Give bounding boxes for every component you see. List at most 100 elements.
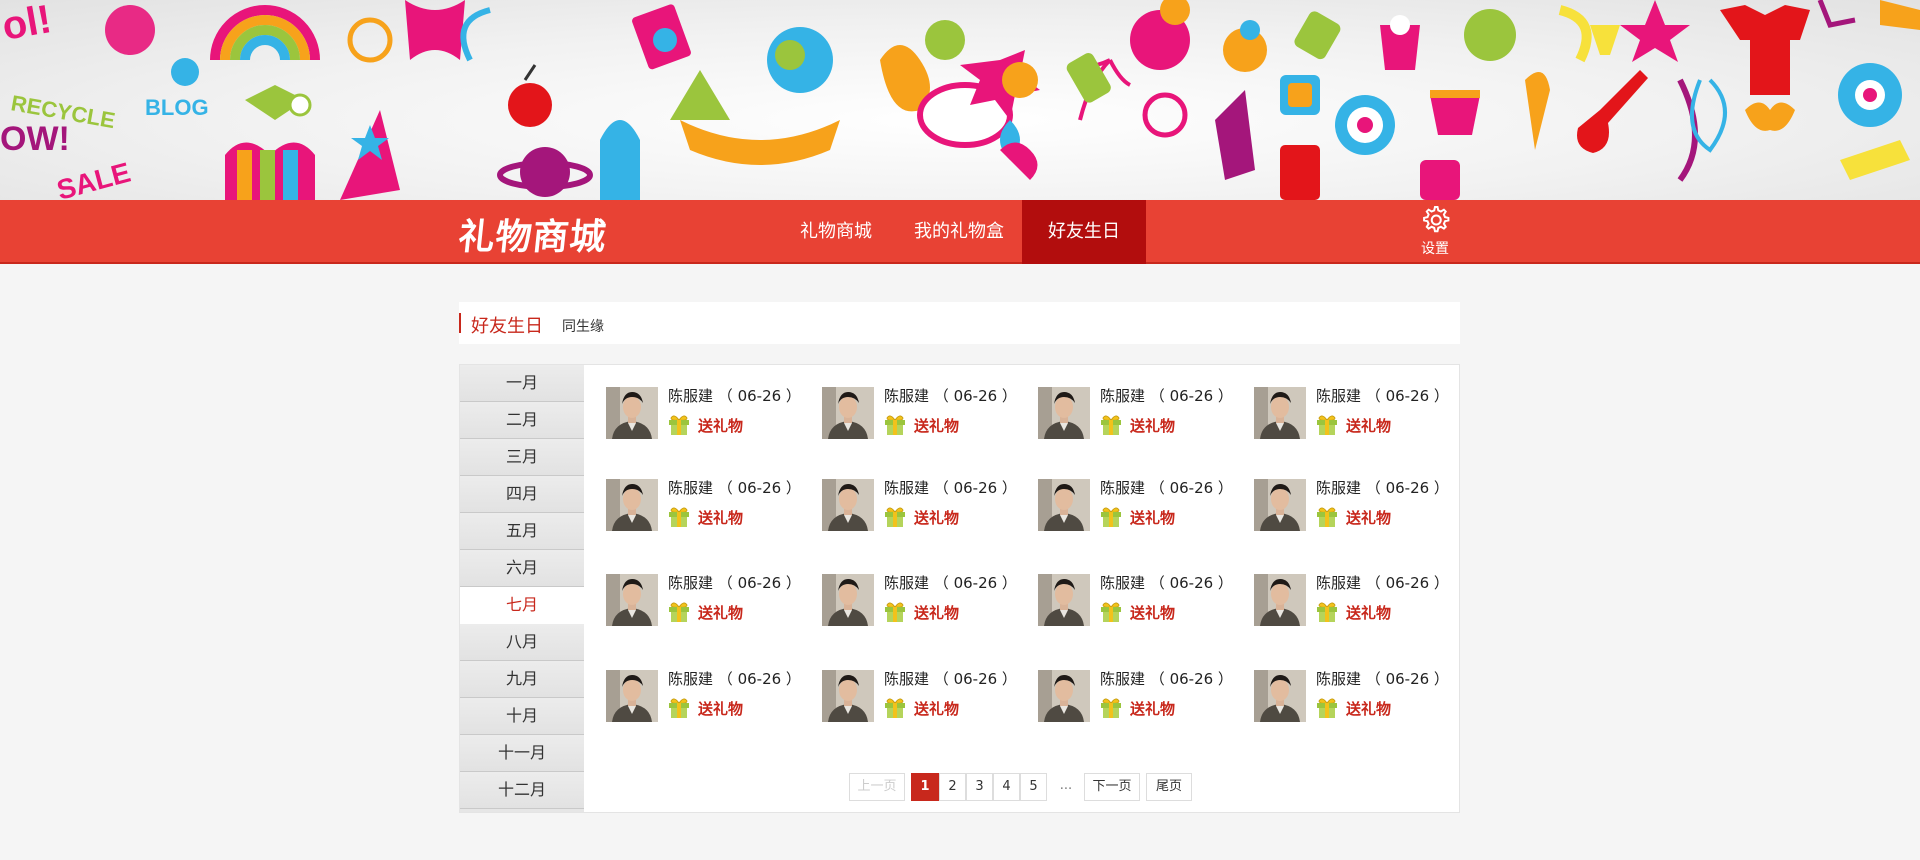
friend-card: 陈服建 （ 06-26 ） 送礼物 [1254,477,1464,533]
nav-my-gift-box[interactable]: 我的礼物盒 [906,200,1012,264]
send-gift-link[interactable]: 送礼物 [1130,602,1175,623]
month-tab[interactable]: 九月 [460,661,584,698]
site-logo[interactable]: 礼物商城 [456,208,609,260]
send-gift-link[interactable]: 送礼物 [698,507,743,528]
avatar[interactable] [1254,670,1306,722]
birthday-date: （ 06-26 ） [717,574,801,592]
avatar[interactable] [1038,387,1090,439]
gift-icon[interactable] [1316,507,1338,527]
avatar[interactable] [1038,479,1090,531]
svg-text:ol!: ol! [0,0,55,49]
month-tab[interactable]: 十一月 [460,735,584,772]
gift-icon[interactable] [884,698,906,718]
birthday-date: （ 06-26 ） [717,387,801,405]
birthday-date: （ 06-26 ） [1365,574,1449,592]
nav-gift-mall[interactable]: 礼物商城 [784,200,888,264]
avatar[interactable] [606,479,658,531]
send-gift-link[interactable]: 送礼物 [914,415,959,436]
decorative-banner: ol! RECYCLE BLOG OW! SALE [0,0,1920,200]
month-tab[interactable]: 一月 [460,365,584,402]
birthday-panel: 一月 二月 三月 四月 五月 六月 七月 八月 九月 十月 十一月 十二月 陈服建 （ 06-26 ）… [459,364,1460,813]
avatar[interactable] [1038,574,1090,626]
prev-page-button[interactable]: 上一页 [849,773,905,801]
avatar[interactable] [1038,670,1090,722]
month-tab[interactable]: 三月 [460,439,584,476]
page-4-button[interactable]: 4 [993,773,1020,801]
month-tab[interactable]: 二月 [460,402,584,439]
avatar[interactable] [606,574,658,626]
friend-name: 陈服建 [1316,670,1362,688]
birthday-date: （ 06-26 ） [1365,387,1449,405]
month-tab[interactable]: 七月 [460,587,584,624]
friend-card: 陈服建 （ 06-26 ） 送礼物 [1254,668,1464,724]
gift-icon[interactable] [884,602,906,622]
send-gift-link[interactable]: 送礼物 [1130,507,1175,528]
send-gift-link[interactable]: 送礼物 [914,507,959,528]
friend-name: 陈服建 [668,574,714,592]
month-tab[interactable]: 五月 [460,513,584,550]
next-page-button[interactable]: 下一页 [1084,773,1140,801]
gift-icon[interactable] [668,415,690,435]
gift-icon[interactable] [668,507,690,527]
friend-card: 陈服建 （ 06-26 ） 送礼物 [1254,572,1464,628]
gift-icon[interactable] [668,698,690,718]
birthday-date: （ 06-26 ） [1149,670,1233,688]
friend-name: 陈服建 [884,387,930,405]
gear-icon [1423,206,1450,233]
send-gift-link[interactable]: 送礼物 [698,415,743,436]
avatar[interactable] [822,670,874,722]
avatar[interactable] [606,670,658,722]
birthday-date: （ 06-26 ） [933,479,1017,497]
last-page-button[interactable]: 尾页 [1146,773,1192,801]
friend-name-date: 陈服建 （ 06-26 ） [1100,477,1233,498]
gift-icon[interactable] [884,415,906,435]
avatar[interactable] [822,574,874,626]
nav-friend-birthday[interactable]: 好友生日 [1022,200,1146,264]
friend-card: 陈服建 （ 06-26 ） 送礼物 [606,385,816,441]
friend-name-date: 陈服建 （ 06-26 ） [1100,385,1233,406]
send-gift-link[interactable]: 送礼物 [1130,415,1175,436]
friend-name-date: 陈服建 （ 06-26 ） [1316,572,1449,593]
month-tab[interactable]: 八月 [460,624,584,661]
gift-icon[interactable] [1100,507,1122,527]
gift-icon[interactable] [1316,698,1338,718]
page-2-button[interactable]: 2 [939,773,966,801]
send-gift-link[interactable]: 送礼物 [914,698,959,719]
friend-name-date: 陈服建 （ 06-26 ） [668,385,801,406]
send-gift-link[interactable]: 送礼物 [1130,698,1175,719]
gift-icon[interactable] [1100,698,1122,718]
month-tab[interactable]: 四月 [460,476,584,513]
section-subtitle[interactable]: 同生缘 [562,316,604,336]
settings-button[interactable]: 设置 [1415,204,1455,258]
avatar[interactable] [1254,574,1306,626]
page-5-button[interactable]: 5 [1020,773,1047,801]
month-tab[interactable]: 十月 [460,698,584,735]
send-gift-link[interactable]: 送礼物 [698,602,743,623]
gift-icon[interactable] [668,602,690,622]
avatar[interactable] [1254,387,1306,439]
gift-icon[interactable] [1316,602,1338,622]
svg-text:OW!: OW! [0,120,70,158]
gift-icon[interactable] [1316,415,1338,435]
friend-card: 陈服建 （ 06-26 ） 送礼物 [606,477,816,533]
friend-name-date: 陈服建 （ 06-26 ） [1100,668,1233,689]
friend-name-date: 陈服建 （ 06-26 ） [884,668,1017,689]
send-gift-link[interactable]: 送礼物 [698,698,743,719]
avatar[interactable] [606,387,658,439]
send-gift-link[interactable]: 送礼物 [1346,602,1391,623]
send-gift-link[interactable]: 送礼物 [914,602,959,623]
send-gift-link[interactable]: 送礼物 [1346,415,1391,436]
avatar[interactable] [822,387,874,439]
gift-icon[interactable] [1100,602,1122,622]
page-1-button[interactable]: 1 [911,773,939,801]
send-gift-link[interactable]: 送礼物 [1346,507,1391,528]
friend-name: 陈服建 [1316,479,1362,497]
send-gift-link[interactable]: 送礼物 [1346,698,1391,719]
avatar[interactable] [822,479,874,531]
page-3-button[interactable]: 3 [966,773,993,801]
avatar[interactable] [1254,479,1306,531]
month-tab[interactable]: 六月 [460,550,584,587]
gift-icon[interactable] [884,507,906,527]
gift-icon[interactable] [1100,415,1122,435]
friend-card: 陈服建 （ 06-26 ） 送礼物 [822,572,1032,628]
